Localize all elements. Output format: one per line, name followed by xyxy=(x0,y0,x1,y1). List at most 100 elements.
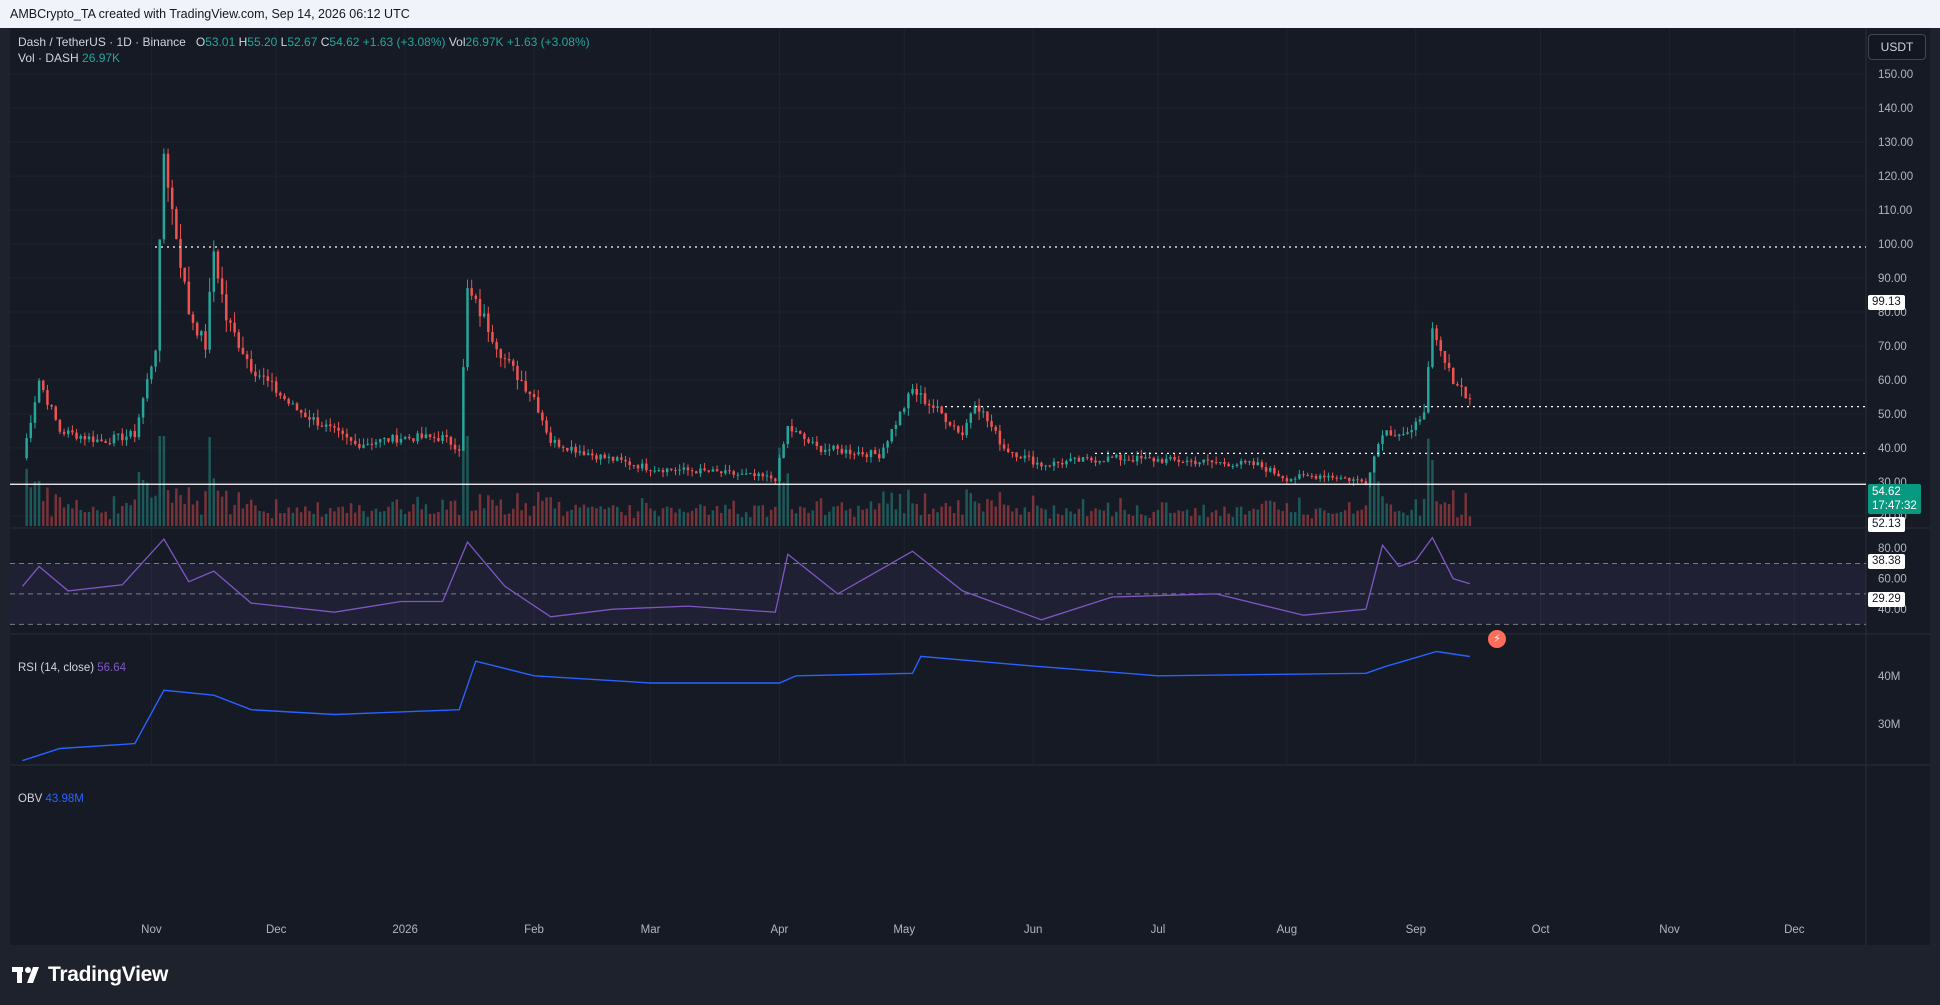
volume-bar xyxy=(1260,503,1264,526)
candle-body xyxy=(337,427,340,431)
candle-body xyxy=(611,456,615,461)
volume-series-label[interactable]: Vol · DASH xyxy=(18,51,79,65)
volume-bar xyxy=(520,510,523,526)
candle-body xyxy=(1260,462,1264,468)
candle-body xyxy=(1223,462,1226,464)
volume-bar xyxy=(212,478,216,526)
candle-body xyxy=(1302,474,1305,476)
candle-body xyxy=(840,448,844,454)
volume-bar xyxy=(370,510,374,526)
price-axis-tick: 120.00 xyxy=(1878,171,1913,183)
volume-bar xyxy=(640,498,644,526)
volume-bar xyxy=(790,509,794,526)
volume-bar xyxy=(507,513,511,526)
candle-body xyxy=(1085,457,1089,459)
candle-body xyxy=(116,433,120,435)
volume-bar xyxy=(844,510,848,526)
volume-bar xyxy=(1248,510,1251,526)
volume-bar xyxy=(803,507,806,526)
candle-body xyxy=(1381,435,1384,444)
volume-bar xyxy=(603,509,607,526)
candle-body xyxy=(1189,460,1193,462)
candle-body xyxy=(744,473,748,475)
candle-body xyxy=(1198,462,1201,465)
rsi-axis-tick: 60.00 xyxy=(1878,574,1907,586)
candle-body xyxy=(129,431,132,437)
chart-frame[interactable]: Nov Dec 2026 Feb Mar Apr May Jun Jul Aug Sep Oct Nov… xyxy=(10,28,1930,945)
candle-body xyxy=(690,470,694,472)
candle-body xyxy=(1019,457,1022,459)
candle-body xyxy=(58,419,62,432)
volume-bar xyxy=(291,512,295,526)
volume-bar xyxy=(1206,517,1210,526)
currency-button[interactable]: USDT xyxy=(1868,34,1926,60)
volume-bar xyxy=(1181,511,1185,526)
candle-body xyxy=(1331,475,1334,478)
volume-bar xyxy=(1048,518,1052,526)
volume-bar xyxy=(229,514,232,526)
volume-bar xyxy=(1431,460,1434,526)
volume-bar xyxy=(266,513,270,526)
volume-bar xyxy=(1123,509,1126,526)
candle-body xyxy=(923,393,927,404)
volume-bar xyxy=(774,506,777,526)
volume-bar xyxy=(1456,517,1459,526)
volume-bar xyxy=(649,508,652,526)
chart-canvas[interactable]: Nov Dec 2026 Feb Mar Apr May Jun Jul Aug Sep Oct Nov… xyxy=(10,28,1930,945)
volume-bar xyxy=(170,502,174,526)
volume-bar xyxy=(204,491,207,526)
volume-bar xyxy=(445,509,448,526)
volume-bar xyxy=(1277,509,1280,526)
volume-bar xyxy=(249,499,253,526)
candle-body xyxy=(512,360,515,366)
volume-bar xyxy=(499,499,503,526)
candle-body xyxy=(1152,458,1156,462)
candle-body xyxy=(919,393,923,395)
volume-bar xyxy=(1343,510,1347,526)
candle-body xyxy=(516,365,519,380)
volume-bar xyxy=(1406,515,1409,526)
candle-body xyxy=(29,422,33,438)
candle-body xyxy=(1298,474,1301,479)
volume-bar xyxy=(1402,512,1405,526)
candle-body xyxy=(245,354,249,360)
tradingview-logo[interactable]: TradingView xyxy=(12,963,168,987)
candle-body xyxy=(682,467,686,470)
lightning-icon[interactable]: ⚡ xyxy=(1488,630,1506,648)
volume-bar xyxy=(308,511,311,526)
volume-bar xyxy=(703,506,706,526)
volume-bar xyxy=(532,505,536,526)
candle-body xyxy=(487,313,490,333)
candle-body xyxy=(146,379,149,399)
volume-bar xyxy=(728,508,731,526)
candle-body xyxy=(961,432,964,436)
volume-bar xyxy=(761,505,765,526)
candle-body xyxy=(457,449,461,451)
candle-body xyxy=(807,439,810,443)
volume-bar xyxy=(965,489,968,526)
volume-bar xyxy=(1152,511,1156,526)
volume-bar xyxy=(1352,513,1355,526)
candle-body xyxy=(233,322,236,333)
volume-series-value: 26.97K xyxy=(82,51,121,65)
time-axis-label: Mar xyxy=(641,924,661,936)
rsi-legend[interactable]: RSI (14, close) 56.64 xyxy=(18,662,126,674)
candle-body xyxy=(25,437,28,459)
candle-body xyxy=(441,435,444,441)
volume-bar xyxy=(116,513,120,526)
candle-body xyxy=(1061,462,1064,465)
symbol-name[interactable]: Dash / TetherUS · 1D · Binance xyxy=(18,35,186,49)
attribution-bar: AMBCrypto_TA created with TradingView.co… xyxy=(0,0,1940,28)
volume-bar xyxy=(478,494,482,526)
volume-bar xyxy=(636,511,640,526)
candle-body xyxy=(420,433,424,439)
candle-body xyxy=(886,441,889,448)
price-axis-tick: 40.00 xyxy=(1878,443,1907,455)
obv-legend[interactable]: OBV 43.98M xyxy=(18,793,84,805)
low-value: 52.67 xyxy=(287,35,318,49)
volume-bar xyxy=(857,505,860,526)
candle-body xyxy=(482,313,486,317)
volume-bar xyxy=(898,494,902,526)
volume-bar xyxy=(969,493,973,526)
volume-bar xyxy=(927,514,931,526)
